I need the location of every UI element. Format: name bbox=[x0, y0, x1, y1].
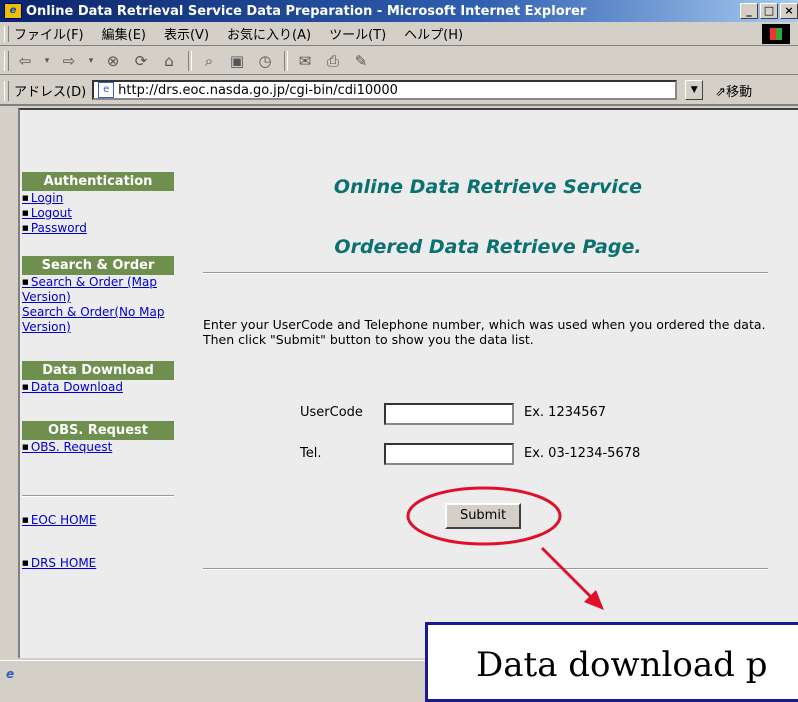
page-viewport-top bbox=[18, 108, 798, 154]
menu-edit[interactable]: 編集(E) bbox=[102, 24, 146, 43]
toolbar-separator bbox=[188, 50, 192, 71]
maximize-button[interactable]: □ bbox=[760, 3, 778, 19]
instruction-line-2: Then click "Submit" button to show you t… bbox=[203, 332, 534, 347]
favorites-icon[interactable]: ▣ bbox=[226, 51, 248, 71]
menu-view[interactable]: 表示(V) bbox=[164, 24, 209, 43]
submit-button[interactable]: Submit bbox=[445, 503, 521, 529]
sidebar-link-search-map[interactable]: Search & Order (Map Version) bbox=[22, 275, 172, 305]
back-dropdown-icon[interactable]: ▾ bbox=[42, 51, 52, 71]
forward-icon[interactable]: ⇨ bbox=[58, 51, 80, 71]
address-grip bbox=[4, 81, 9, 101]
address-url[interactable]: http://drs.eoc.nasda.go.jp/cgi-bin/cdi10… bbox=[118, 83, 398, 98]
instruction-line-1: Enter your UserCode and Telephone number… bbox=[203, 317, 766, 332]
menu-tools[interactable]: ツール(T) bbox=[329, 24, 386, 43]
usercode-label: UserCode bbox=[300, 405, 363, 420]
toolbar-grip bbox=[4, 51, 9, 71]
menu-favorites[interactable]: お気に入り(A) bbox=[227, 24, 311, 43]
sidebar-heading-authentication: Authentication bbox=[22, 172, 174, 191]
ie-logo-icon: e bbox=[4, 3, 22, 19]
usercode-example: Ex. 1234567 bbox=[524, 405, 607, 420]
page-icon: e bbox=[98, 82, 115, 98]
mail-icon[interactable]: ✉ bbox=[294, 51, 316, 71]
refresh-icon[interactable]: ⟳ bbox=[130, 51, 152, 71]
back-icon[interactable]: ⇦ bbox=[14, 51, 36, 71]
sidebar-link-password[interactable]: Password bbox=[22, 221, 182, 236]
sidebar-link-drs-home[interactable]: DRS HOME bbox=[22, 556, 182, 571]
sidebar-link-obs-request[interactable]: OBS. Request bbox=[22, 440, 182, 455]
sidebar-link-login[interactable]: Login bbox=[22, 191, 182, 206]
history-icon[interactable]: ◷ bbox=[254, 51, 276, 71]
menu-bar: ファイル(F) 編集(E) 表示(V) お気に入り(A) ツール(T) ヘルプ(… bbox=[0, 22, 798, 46]
divider-bottom bbox=[203, 568, 768, 570]
print-icon[interactable]: ⎙ bbox=[322, 51, 344, 71]
sidebar-heading-search-order: Search & Order bbox=[22, 256, 174, 275]
menu-grip bbox=[4, 26, 9, 42]
divider-top bbox=[203, 272, 768, 274]
window-title-bar: e Online Data Retrieval Service Data Pre… bbox=[0, 0, 798, 22]
sidebar-link-eoc-home[interactable]: EOC HOME bbox=[22, 513, 182, 528]
sidebar-divider bbox=[22, 495, 174, 497]
address-dropdown-icon[interactable]: ▼ bbox=[685, 80, 704, 100]
instructions: Enter your UserCode and Telephone number… bbox=[203, 317, 773, 347]
address-input[interactable]: e http://drs.eoc.nasda.go.jp/cgi-bin/cdi… bbox=[92, 80, 678, 100]
callout-text: Data download p bbox=[476, 645, 768, 685]
windows-logo-icon bbox=[762, 24, 790, 44]
sidebar-link-data-download[interactable]: Data Download bbox=[22, 380, 182, 395]
tel-label: Tel. bbox=[300, 446, 322, 461]
toolbar-separator bbox=[284, 50, 288, 71]
page-subtitle: Ordered Data Retrieve Page. bbox=[334, 236, 642, 258]
usercode-input[interactable] bbox=[384, 403, 514, 425]
window-title: Online Data Retrieval Service Data Prepa… bbox=[26, 3, 587, 19]
sidebar-link-logout[interactable]: Logout bbox=[22, 206, 182, 221]
page-status-icon: e bbox=[6, 667, 15, 681]
address-bar: アドレス(D) e http://drs.eoc.nasda.go.jp/cgi… bbox=[0, 76, 798, 106]
close-button[interactable]: × bbox=[780, 3, 798, 19]
menu-help[interactable]: ヘルプ(H) bbox=[404, 24, 463, 43]
stop-icon[interactable]: ⊗ bbox=[102, 51, 124, 71]
forward-dropdown-icon[interactable]: ▾ bbox=[86, 51, 96, 71]
edit-icon[interactable]: ✎ bbox=[350, 51, 372, 71]
window-controls: _ □ × bbox=[740, 3, 798, 19]
toolbar: ⇦ ▾ ⇨ ▾ ⊗ ⟳ ⌂ ⌕ ▣ ◷ ✉ ⎙ ✎ bbox=[0, 47, 798, 75]
tel-input[interactable] bbox=[384, 443, 514, 465]
minimize-button[interactable]: _ bbox=[740, 3, 758, 19]
address-label: アドレス(D) bbox=[14, 84, 87, 100]
sidebar: Authentication Login Logout Password Sea… bbox=[22, 172, 182, 571]
page-title: Online Data Retrieve Service bbox=[333, 176, 643, 198]
sidebar-heading-data-download: Data Download bbox=[22, 361, 174, 380]
sidebar-heading-obs-request: OBS. Request bbox=[22, 421, 174, 440]
sidebar-link-search-nomap[interactable]: Search & Order(No Map Version) bbox=[22, 305, 172, 335]
home-icon[interactable]: ⌂ bbox=[158, 51, 180, 71]
menu-file[interactable]: ファイル(F) bbox=[14, 24, 84, 43]
search-icon[interactable]: ⌕ bbox=[198, 51, 220, 71]
go-button[interactable]: ⇗移動 bbox=[715, 81, 752, 100]
annotation-callout: Data download p bbox=[425, 622, 798, 702]
tel-example: Ex. 03-1234-5678 bbox=[524, 446, 641, 461]
